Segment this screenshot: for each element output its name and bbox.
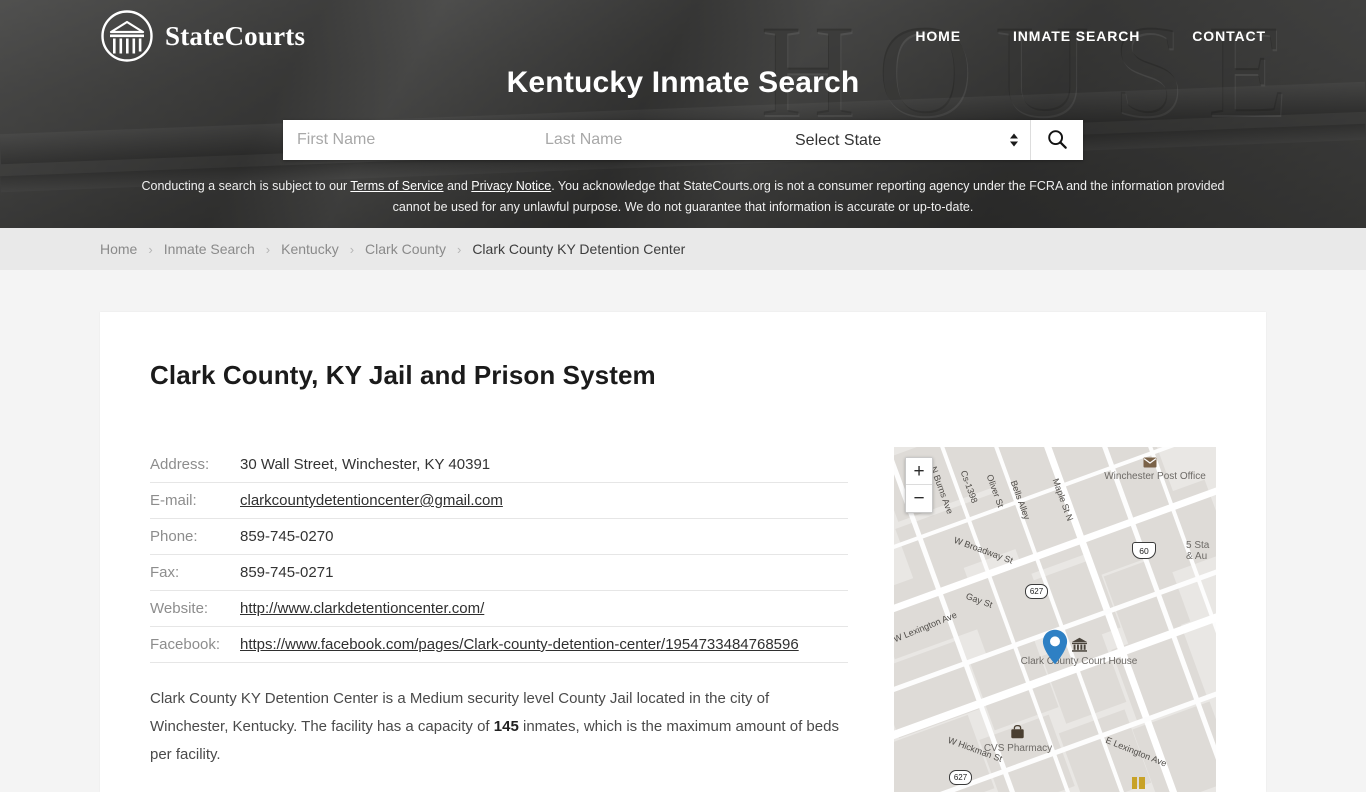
map-zoom-in-button[interactable]: + [906, 458, 932, 485]
fact-value-address: 30 Wall Street, Winchester, KY 40391 [240, 447, 848, 483]
table-row: Address: 30 Wall Street, Winchester, KY … [150, 447, 848, 483]
nav-item-contact[interactable]: CONTACT [1192, 28, 1266, 44]
breadcrumb-item-current: Clark County KY Detention Center [472, 241, 686, 257]
breadcrumb-item-clark-county[interactable]: Clark County [365, 241, 446, 257]
page-hero-title: Kentucky Inmate Search [506, 66, 860, 99]
courthouse-logo-icon [100, 9, 154, 63]
map-zoom-controls: + − [905, 457, 933, 513]
fact-label-facebook: Facebook: [150, 626, 240, 663]
disclaimer-text-part1: Conducting a search is subject to our [141, 179, 351, 193]
first-name-input[interactable] [283, 120, 531, 160]
map-poi-label-courthouse: Clark County Court House [1020, 656, 1138, 667]
table-row: Facebook: https://www.facebook.com/pages… [150, 626, 848, 663]
shopping-bag-icon [1011, 725, 1024, 739]
map-route-shield: 60 [1132, 542, 1156, 559]
map-misc-marker [1139, 777, 1145, 789]
facility-info-column: Address: 30 Wall Street, Winchester, KY … [150, 447, 848, 792]
site-header: HOUSE StateCourts HOME INMATE SEARCH CON… [0, 0, 1366, 228]
fact-value-website: http://www.clarkdetentioncenter.com/ [240, 590, 848, 627]
fact-value-phone: 859-745-0270 [240, 518, 848, 555]
breadcrumb-item-inmate-search[interactable]: Inmate Search [164, 241, 255, 257]
content-row: Address: 30 Wall Street, Winchester, KY … [150, 447, 1216, 792]
inmate-search-form: Select State [283, 120, 1083, 160]
nav-item-inmate-search[interactable]: INMATE SEARCH [1013, 28, 1140, 44]
breadcrumb-separator: › [456, 241, 462, 257]
email-link[interactable]: clarkcountydetentioncenter@gmail.com [240, 492, 503, 509]
map-route-shield: 627 [1025, 584, 1048, 599]
page-title: Clark County, KY Jail and Prison System [150, 360, 656, 390]
fact-label-address: Address: [150, 447, 240, 483]
fact-label-fax: Fax: [150, 554, 240, 591]
location-marker-pin [1042, 629, 1068, 665]
map-misc-marker [1132, 777, 1137, 789]
disclaimer-text-part2: and [443, 179, 472, 193]
facility-location-map[interactable]: N Burns Ave Cs-1398 Oliver St Bells Alle… [894, 447, 1216, 792]
state-select[interactable]: Select State [781, 120, 1030, 160]
facility-detail-card: Clark County, KY Jail and Prison System … [100, 312, 1266, 792]
table-row: E-mail: clarkcountydetentioncenter@gmail… [150, 482, 848, 519]
facebook-link[interactable]: https://www.facebook.com/pages/Clark-cou… [240, 636, 799, 653]
facility-facts-table: Address: 30 Wall Street, Winchester, KY … [150, 447, 848, 663]
breadcrumb-separator: › [265, 241, 271, 257]
brand-logo-link[interactable]: StateCourts [100, 9, 305, 63]
last-name-input[interactable] [531, 120, 781, 160]
breadcrumb-item-kentucky[interactable]: Kentucky [281, 241, 339, 257]
breadcrumb-separator: › [349, 241, 355, 257]
page-body: Clark County, KY Jail and Prison System … [0, 270, 1366, 792]
facility-capacity-value: 145 [493, 718, 519, 736]
map-poi-label-cvs: CVS Pharmacy [983, 743, 1053, 754]
top-navigation-bar: StateCourts HOME INMATE SEARCH CONTACT [0, 0, 1366, 72]
breadcrumb: Home › Inmate Search › Kentucky › Clark … [0, 228, 1366, 270]
search-icon [1046, 128, 1068, 153]
breadcrumb-separator: › [148, 241, 153, 257]
table-row: Phone: 859-745-0270 [150, 518, 848, 555]
map-zoom-out-button[interactable]: − [906, 485, 932, 512]
state-select-wrapper: Select State [781, 120, 1031, 160]
fact-value-facebook: https://www.facebook.com/pages/Clark-cou… [240, 626, 848, 663]
fact-label-email: E-mail: [150, 482, 240, 519]
fact-value-email: clarkcountydetentioncenter@gmail.com [240, 482, 848, 519]
main-nav: HOME INMATE SEARCH CONTACT [915, 28, 1266, 44]
table-row: Website: http://www.clarkdetentioncenter… [150, 590, 848, 627]
map-route-shield: 627 [949, 770, 972, 785]
breadcrumb-item-home[interactable]: Home [100, 241, 137, 257]
envelope-icon [1143, 457, 1157, 468]
fact-label-website: Website: [150, 590, 240, 627]
search-button[interactable] [1031, 120, 1083, 160]
fact-value-fax: 859-745-0271 [240, 554, 848, 591]
terms-of-service-link[interactable]: Terms of Service [350, 179, 443, 193]
facility-description: Clark County KY Detention Center is a Me… [150, 685, 848, 769]
table-row: Fax: 859-745-0271 [150, 554, 848, 591]
brand-name: StateCourts [165, 20, 306, 51]
map-poi-label-post-office: Winchester Post Office [1104, 471, 1206, 482]
fact-label-phone: Phone: [150, 518, 240, 555]
website-link[interactable]: http://www.clarkdetentioncenter.com/ [240, 600, 484, 617]
privacy-notice-link[interactable]: Privacy Notice [471, 179, 551, 193]
courthouse-icon [1072, 637, 1087, 652]
map-poi-label-partial: 5 Sta & Au [1186, 540, 1210, 562]
nav-item-home[interactable]: HOME [915, 28, 961, 44]
hero-section: Kentucky Inmate Search Select State [0, 66, 1366, 160]
search-disclaimer: Conducting a search is subject to our Te… [128, 176, 1238, 218]
